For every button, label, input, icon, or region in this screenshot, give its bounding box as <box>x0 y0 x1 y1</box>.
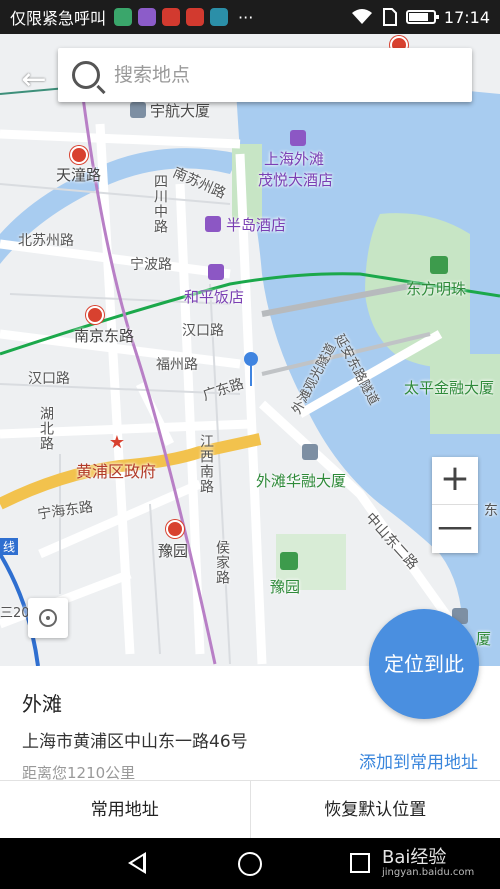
building-icon <box>130 102 146 118</box>
add-favorite-link[interactable]: 添加到常用地址 <box>359 748 478 773</box>
label-oriental-pearl: 东方明珠 <box>406 280 467 298</box>
hotel-icon <box>205 216 221 232</box>
nav-recents-icon[interactable] <box>350 853 370 873</box>
my-location-button[interactable] <box>28 598 68 638</box>
label-beisuzhou: 北苏州路 <box>18 233 74 249</box>
overflow-icon: ··· <box>238 7 254 27</box>
hotel-icon <box>208 264 224 280</box>
locate-here-button[interactable]: 定位到此 <box>369 609 479 719</box>
park-icon <box>280 552 298 570</box>
label-yuyuan-station: 豫园 <box>158 542 189 560</box>
news-notification-icon-2 <box>186 8 205 26</box>
label-hanghang: 宇航大厦 <box>150 102 211 120</box>
crosshair-icon <box>39 609 57 627</box>
label-tiantong: 天潼路 <box>56 166 102 184</box>
label-taiping: 太平金融大厦 <box>404 379 495 397</box>
label-left-edge: 三20 <box>0 606 30 621</box>
label-sichuan: 四川中路 <box>152 174 168 234</box>
battery-icon <box>405 10 439 24</box>
building-icon <box>302 444 318 460</box>
zoom-control: + — <box>432 457 478 553</box>
landmark-icon <box>430 256 448 274</box>
search-icon <box>72 61 100 89</box>
label-nanjing-east: 南京东路 <box>74 327 135 345</box>
reset-location-button[interactable]: 恢复默认位置 <box>251 781 500 838</box>
metro-station-icon <box>86 306 104 324</box>
label-right-edge-2: 厦 <box>476 630 492 648</box>
app-notification-icon <box>114 8 133 26</box>
label-yuyuan: 豫园 <box>270 578 301 596</box>
label-huangpu-gov: 黄浦区政府 <box>76 462 157 481</box>
clock: 17:14 <box>443 7 490 27</box>
label-ningbo: 宁波路 <box>130 257 172 273</box>
chat-notification-icon <box>210 8 229 26</box>
metro-station-icon <box>166 520 184 538</box>
wifi-icon <box>351 9 372 24</box>
label-right-edge-1: 东 <box>484 503 498 519</box>
map-view[interactable]: ★ 宇航大厦 天潼路 上海外滩 茂悦大酒店 南苏州路 四川中路 半岛酒店 北苏州… <box>0 34 500 666</box>
action-bar: 常用地址 恢复默认位置 <box>0 780 500 838</box>
label-bund-finance: 外滩华融大厦 <box>256 472 347 490</box>
label-fuzhou: 福州路 <box>156 357 198 373</box>
watermark-sub: jingyan.baidu.com <box>382 867 475 878</box>
label-maoyue: 茂悦大酒店 <box>258 171 334 189</box>
carrier-text: 仅限紧急呼叫 <box>10 9 107 28</box>
nav-back-icon[interactable] <box>128 852 146 874</box>
hotel-icon <box>290 130 306 146</box>
zoom-in-button[interactable]: + <box>432 457 478 505</box>
label-hankou-2: 汉口路 <box>28 371 70 387</box>
label-hubei: 湖北路 <box>38 406 54 451</box>
label-peninsula: 半岛酒店 <box>226 216 287 234</box>
label-hankou-1: 汉口路 <box>182 323 224 339</box>
label-houjia: 侯家路 <box>214 540 230 585</box>
sim-icon <box>382 8 397 26</box>
government-icon: ★ <box>108 432 126 453</box>
label-shanghai-bund: 上海外滩 <box>264 150 325 168</box>
metro-station-icon <box>70 146 88 164</box>
gallery-notification-icon <box>138 8 157 26</box>
label-jiangxi: 江西南路 <box>198 434 214 494</box>
nav-home-icon[interactable] <box>238 852 262 876</box>
watermark: Bai经验 jingyan.baidu.com <box>382 843 474 878</box>
back-arrow-icon[interactable]: ← <box>14 60 54 100</box>
label-line-badge: 线 <box>0 538 19 555</box>
status-bar: 仅限紧急呼叫 ··· 17:14 <box>0 0 500 34</box>
zoom-out-button[interactable]: — <box>432 505 478 553</box>
watermark-title: Bai经验 <box>382 847 447 868</box>
news-notification-icon <box>162 8 181 26</box>
favorites-button[interactable]: 常用地址 <box>0 781 251 838</box>
map-canvas <box>0 64 500 666</box>
label-peace-hotel: 和平饭店 <box>184 288 245 306</box>
search-input[interactable] <box>114 64 444 86</box>
location-pin-stem <box>250 364 252 386</box>
search-bar[interactable] <box>58 48 472 102</box>
